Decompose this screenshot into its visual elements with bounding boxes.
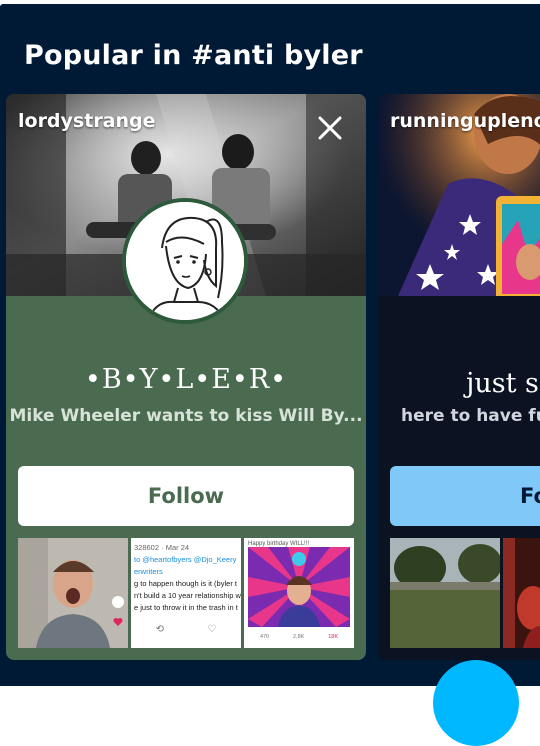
tweet-actions: ⟲ ♡: [134, 624, 238, 636]
post-thumbnail[interactable]: [18, 538, 128, 648]
avatar-drawing: [126, 202, 244, 320]
birthday-image: [248, 547, 350, 627]
blog-card[interactable]: runninguplenor just so here to have fun …: [378, 94, 540, 660]
tweet-reply-to: to @heartofbyers @Djo_Keery: [134, 555, 237, 564]
post-caption: Happy birthday WILL!!!: [248, 541, 310, 547]
blog-title: just so: [466, 368, 540, 399]
tweet-text: g to happen though is it (byler t: [134, 579, 237, 588]
recent-posts: [390, 538, 540, 648]
blog-name[interactable]: runninguplenor: [390, 110, 540, 132]
like-count: 18K: [328, 634, 339, 640]
follow-button[interactable]: Fo: [390, 466, 540, 526]
blog-name[interactable]: lordystrange: [18, 110, 156, 132]
post-photo: [18, 538, 128, 648]
close-icon[interactable]: [316, 114, 344, 142]
post-thumbnail[interactable]: [390, 538, 500, 648]
section-title: Popular in #anti byler: [24, 40, 363, 71]
recent-posts: 328602 · Mar 24 to @heartofbyers @Djo_Ke…: [18, 538, 354, 648]
blog-description: Mike Wheeler wants to kiss Will By...: [9, 406, 363, 426]
blog-title: •B•Y•L•E•R•: [84, 364, 288, 395]
tweet-meta: 328602 · Mar 24: [134, 543, 190, 552]
heart-icon: ♡: [207, 624, 217, 635]
post-thumbnail[interactable]: 328602 · Mar 24 to @heartofbyers @Djo_Ke…: [131, 538, 241, 648]
post-thumbnail[interactable]: [503, 538, 540, 648]
tweet-screenshot: 328602 · Mar 24 to @heartofbyers @Djo_Ke…: [131, 538, 241, 640]
tweet-text: n't build a 10 year relationship w: [134, 591, 241, 600]
compose-button[interactable]: [433, 660, 519, 746]
retweet-count: 2,8K: [293, 634, 305, 640]
popular-panel: Popular in #anti byler lordystrange •B•Y…: [0, 4, 540, 686]
header-image: runninguplenor: [378, 94, 540, 296]
tweet-reply-to-cont: erwriters: [134, 567, 163, 576]
reply-count: 470: [259, 634, 270, 640]
blog-description: here to have fun: [401, 406, 540, 426]
follow-button[interactable]: Follow: [18, 466, 354, 526]
blog-card[interactable]: lordystrange •B•Y•L•E•R• Mike Wheeler wa…: [6, 94, 366, 660]
tweet-text: e just to throw it in the trash in t: [134, 603, 238, 612]
post-thumbnail[interactable]: Happy birthday WILL!!! 470 2,8K 18K: [244, 538, 354, 648]
retweet-icon: ⟲: [155, 624, 165, 635]
post-counts: 470 2,8K 18K: [244, 632, 354, 642]
avatar[interactable]: [122, 198, 248, 324]
